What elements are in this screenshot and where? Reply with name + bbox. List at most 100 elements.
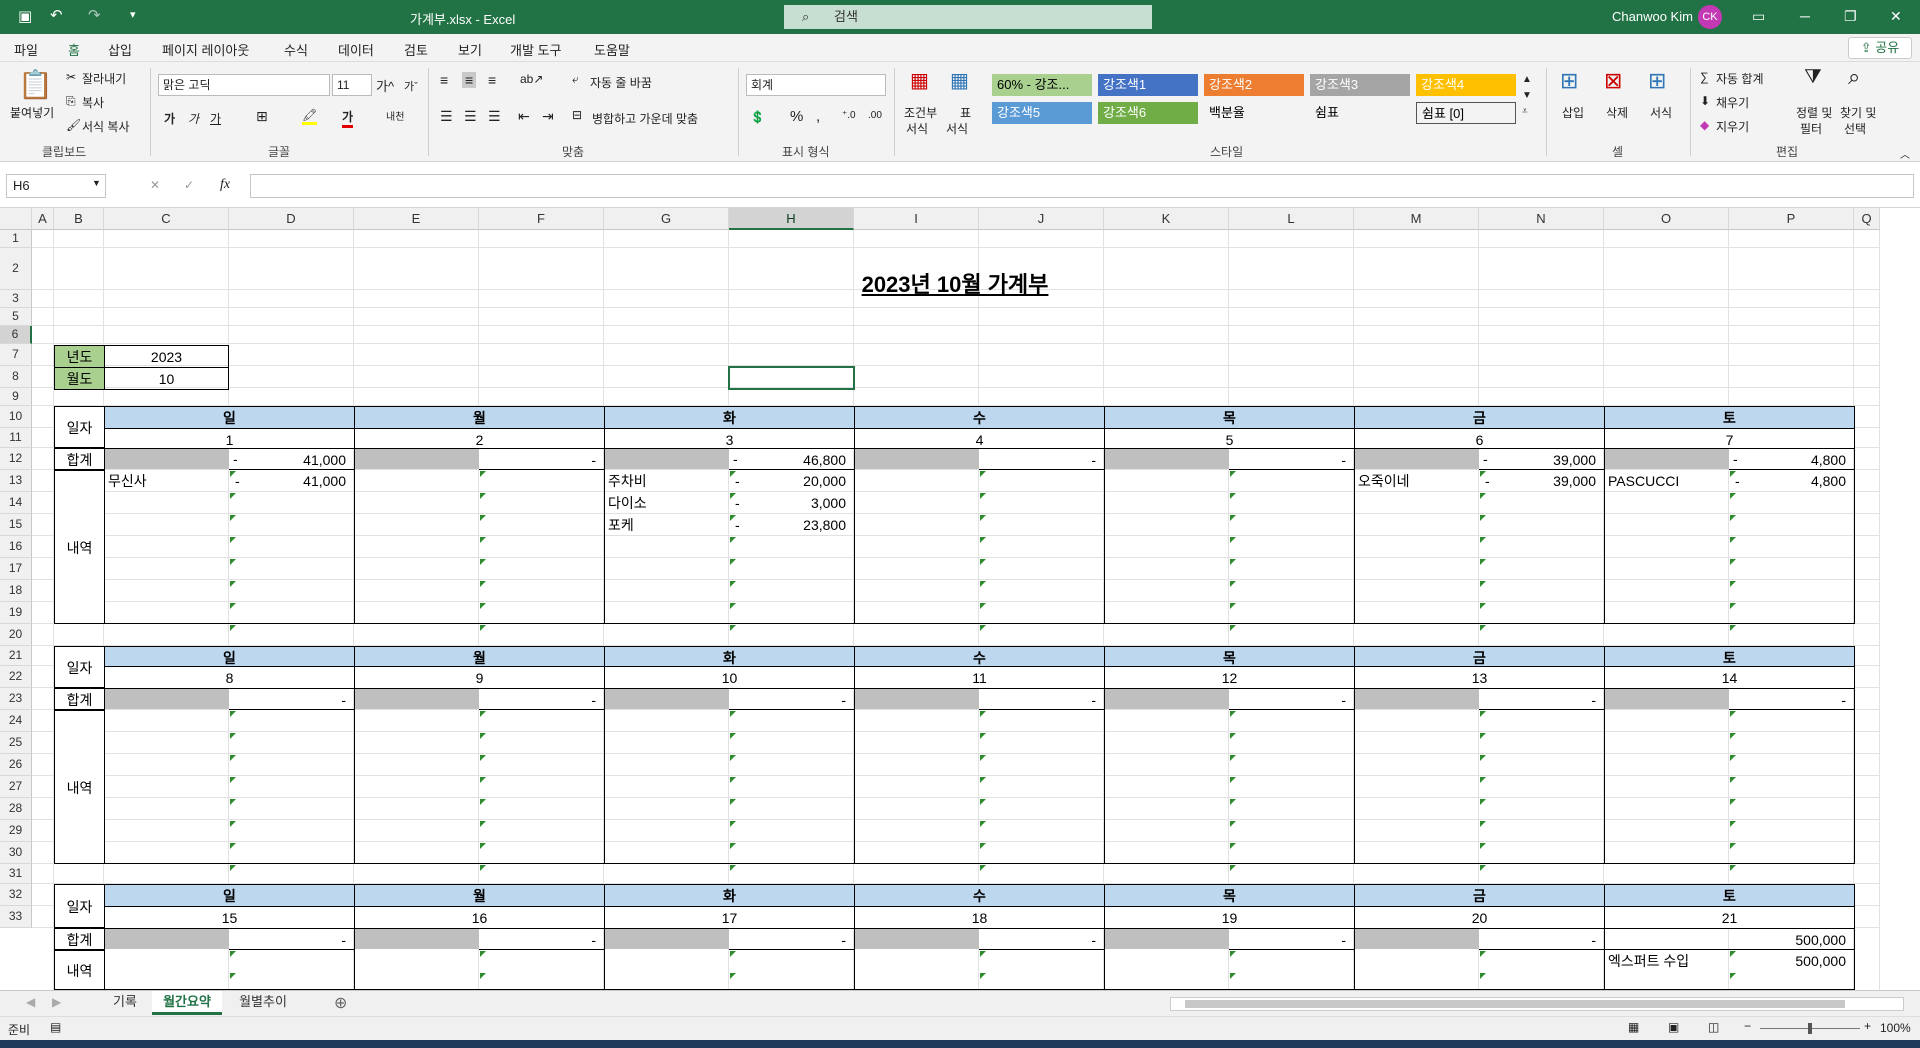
entry-amount[interactable]: 4,800 <box>1729 470 1854 492</box>
error-indicator[interactable] <box>480 537 486 543</box>
paste-icon[interactable]: 📋 <box>18 68 53 101</box>
sum-gray-cell[interactable] <box>1105 449 1229 469</box>
error-indicator[interactable] <box>980 537 986 543</box>
sum-value[interactable]: - <box>229 688 355 710</box>
orientation-icon[interactable]: ab↗ <box>520 72 543 86</box>
close-icon[interactable]: ✕ <box>1890 8 1902 25</box>
row-header-14[interactable]: 14 <box>0 492 32 514</box>
date-cell[interactable]: 11 <box>854 666 1105 689</box>
sum-gray-cell[interactable] <box>605 929 729 949</box>
font-name-select[interactable]: 맑은 고딕 <box>158 74 330 96</box>
sum-value[interactable]: - <box>1229 688 1355 710</box>
error-indicator[interactable] <box>980 843 986 849</box>
paste-button[interactable]: 붙여넣기 <box>10 104 54 121</box>
decrease-decimal-icon[interactable]: .00 <box>868 110 882 121</box>
error-indicator[interactable] <box>980 581 986 587</box>
tab-file[interactable]: 파일 <box>14 40 38 59</box>
date-cell[interactable]: 17 <box>604 906 855 929</box>
sum-dash[interactable]: - <box>1733 448 1743 470</box>
row-header-3[interactable]: 3 <box>0 290 32 308</box>
date-cell[interactable]: 7 <box>1604 428 1855 449</box>
row-header-31[interactable]: 31 <box>0 864 32 884</box>
column-header-q[interactable]: Q <box>1854 208 1880 230</box>
date-cell[interactable]: 1 <box>104 428 355 449</box>
weekday-header[interactable]: 금 <box>1354 646 1605 667</box>
style-accent3[interactable]: 강조색3 <box>1310 74 1410 96</box>
error-indicator[interactable] <box>730 625 736 631</box>
row-header-30[interactable]: 30 <box>0 842 32 864</box>
error-indicator[interactable] <box>1480 559 1486 565</box>
insert-function-icon[interactable]: fx <box>220 177 230 193</box>
weekday-header[interactable]: 목 <box>1104 884 1355 907</box>
macro-record-icon[interactable]: ▤ <box>50 1020 61 1034</box>
error-indicator[interactable] <box>230 733 236 739</box>
align-bottom-icon[interactable]: ≡ <box>488 72 496 88</box>
sum-dash[interactable]: - <box>233 448 243 470</box>
error-indicator[interactable] <box>980 603 986 609</box>
name-box-dropdown-icon[interactable]: ▼ <box>92 178 101 188</box>
tab-home[interactable]: 홈 <box>68 40 80 64</box>
error-indicator[interactable] <box>1480 493 1486 499</box>
error-indicator[interactable] <box>1230 603 1236 609</box>
row-header-16[interactable]: 16 <box>0 536 32 558</box>
format-painter-button[interactable]: 서식 복사 <box>82 118 130 135</box>
sum-gray-cell[interactable] <box>105 689 229 709</box>
wrap-text-button[interactable]: 자동 줄 바꿈 <box>590 74 652 91</box>
collapse-ribbon-icon[interactable]: ︿ <box>1900 146 1910 161</box>
formula-input[interactable] <box>250 174 1914 198</box>
sum-gray-cell[interactable] <box>605 449 729 469</box>
error-indicator[interactable] <box>980 471 986 477</box>
month-value[interactable]: 10 <box>104 367 229 390</box>
row-header-22[interactable]: 22 <box>0 666 32 688</box>
row-header-12[interactable]: 12 <box>0 448 32 470</box>
clear-button[interactable]: 지우기 <box>1716 118 1749 135</box>
align-right-icon[interactable]: ☰ <box>488 108 501 125</box>
column-header-l[interactable]: L <box>1229 208 1354 230</box>
increase-font-icon[interactable]: 가^ <box>376 76 394 95</box>
sum-value[interactable]: - <box>729 688 855 710</box>
sort-filter-button[interactable]: 정렬 및 <box>1796 104 1832 121</box>
column-header-b[interactable]: B <box>54 208 104 230</box>
weekday-header[interactable]: 토 <box>1604 884 1855 907</box>
row-header-8[interactable]: 8 <box>0 366 32 388</box>
sum-value[interactable]: - <box>979 928 1105 950</box>
sum-value[interactable]: - <box>1479 688 1605 710</box>
column-header-k[interactable]: K <box>1104 208 1229 230</box>
table-format-button[interactable]: 표 <box>960 104 971 121</box>
error-indicator[interactable] <box>1230 515 1236 521</box>
row-header-2[interactable]: 2 <box>0 248 32 290</box>
select-all-corner[interactable] <box>0 208 32 230</box>
column-header-a[interactable]: A <box>32 208 54 230</box>
error-indicator[interactable] <box>980 733 986 739</box>
weekday-header[interactable]: 금 <box>1354 884 1605 907</box>
add-sheet-icon[interactable]: ⊕ <box>334 993 347 1013</box>
date-cell[interactable]: 18 <box>854 906 1105 929</box>
error-indicator[interactable] <box>230 865 236 871</box>
tab-formulas[interactable]: 수식 <box>284 40 308 59</box>
error-indicator[interactable] <box>730 799 736 805</box>
error-indicator[interactable] <box>480 471 486 477</box>
column-header-p[interactable]: P <box>1729 208 1854 230</box>
tab-data[interactable]: 데이터 <box>338 40 374 59</box>
bold-icon[interactable]: 가 <box>164 110 175 127</box>
weekday-header[interactable]: 월 <box>354 406 605 429</box>
percent-icon[interactable]: % <box>790 108 803 125</box>
entry-amount[interactable]: 3,000 <box>729 492 854 514</box>
entry-name[interactable]: 포케 <box>608 514 727 536</box>
error-indicator[interactable] <box>980 799 986 805</box>
entry-name[interactable]: 엑스퍼트 수입 <box>1608 950 1727 972</box>
weekday-header[interactable]: 토 <box>1604 646 1855 667</box>
column-header-j[interactable]: J <box>979 208 1104 230</box>
error-indicator[interactable] <box>980 973 986 979</box>
error-indicator[interactable] <box>1730 755 1736 761</box>
error-indicator[interactable] <box>1480 733 1486 739</box>
sum-gray-cell[interactable] <box>855 689 979 709</box>
align-center-icon[interactable]: ☰ <box>464 108 477 125</box>
scrollbar-thumb[interactable] <box>1185 1000 1845 1008</box>
font-size-select[interactable]: 11 <box>332 74 372 96</box>
sheet-title[interactable]: 2023년 10월 가계부 <box>740 271 1170 299</box>
sum-value[interactable]: - <box>729 928 855 950</box>
entry-amount[interactable]: 41,000 <box>229 470 354 492</box>
column-header-e[interactable]: E <box>354 208 479 230</box>
error-indicator[interactable] <box>1480 755 1486 761</box>
